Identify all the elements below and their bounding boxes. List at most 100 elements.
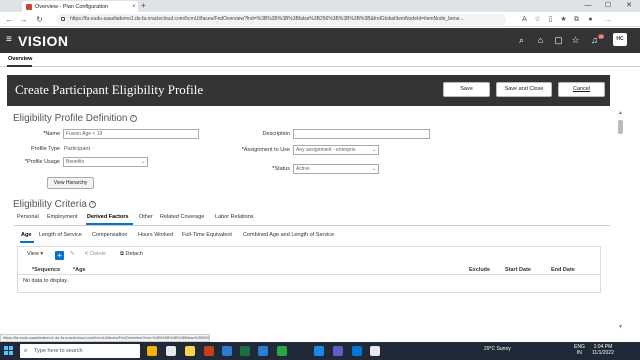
tab-overview[interactable]: Overview: [8, 56, 32, 62]
tab-labor-relations[interactable]: Labor Relations: [215, 214, 254, 220]
page-scrollbar[interactable]: ▲ ▼: [616, 110, 625, 335]
word-icon[interactable]: [258, 346, 268, 356]
save-button[interactable]: Save: [443, 82, 490, 97]
new-tab-button[interactable]: +: [141, 1, 146, 10]
home-icon[interactable]: ⌂: [535, 35, 546, 46]
teams-icon[interactable]: [333, 346, 343, 356]
taskbar-search-placeholder: Type here to search: [34, 348, 83, 354]
view-menu[interactable]: View ▾: [27, 251, 43, 257]
taskbar-app-icon[interactable]: [147, 346, 157, 356]
search-icon: ⌕: [24, 348, 28, 354]
scroll-down-arrow-icon[interactable]: ▼: [618, 324, 623, 330]
detach-button[interactable]: ⧉ Detach: [120, 251, 143, 258]
profile-icon[interactable]: ●: [586, 15, 595, 24]
add-row-button[interactable]: +: [55, 251, 64, 260]
tab-related-coverage[interactable]: Related Coverage: [160, 214, 204, 220]
outlook-icon[interactable]: [352, 346, 362, 356]
refresh-icon[interactable]: ↻: [34, 14, 45, 25]
back-arrow-icon[interactable]: ←: [4, 14, 15, 25]
status-label-text: Status: [274, 166, 290, 172]
collections-icon[interactable]: ⧉: [572, 15, 581, 24]
active-tab-underline: [7, 65, 32, 67]
browser-tab[interactable]: Overview - Plan Configuration ×: [22, 1, 138, 12]
subtab-hours-worked[interactable]: Hours Worked: [138, 232, 173, 238]
excel-icon[interactable]: [240, 346, 250, 356]
oracle-favicon-icon: [26, 3, 32, 10]
browser-tab-title: Overview - Plan Configuration: [35, 3, 109, 10]
criteria-heading: Eligibility Criteria?: [13, 199, 96, 210]
taskbar-app-icon[interactable]: [166, 346, 176, 356]
criteria-heading-text: Eligibility Criteria: [13, 199, 87, 210]
tab-employment[interactable]: Employment: [47, 214, 78, 220]
minimize-button[interactable]: —: [578, 0, 598, 12]
subtab-length-of-service[interactable]: Length of Service: [39, 232, 82, 238]
taskbar-app-icon[interactable]: [277, 346, 287, 356]
favorites-star-icon[interactable]: ☆: [570, 35, 581, 46]
assignment-select[interactable]: Any assignment - enterpris ⌄: [293, 145, 379, 155]
subtab-compensation[interactable]: Compensation: [92, 232, 127, 238]
chevron-down-icon: ⌄: [371, 147, 376, 153]
windows-start-icon[interactable]: [4, 346, 14, 356]
delete-label: Delete: [90, 251, 107, 257]
search-icon[interactable]: ⌕: [516, 35, 527, 46]
edit-pencil-icon[interactable]: ✎: [70, 251, 75, 257]
page-title: Create Participant Eligibility Profile: [15, 82, 204, 97]
column-end-date[interactable]: End Date: [551, 267, 575, 273]
chevron-down-icon: ⌄: [140, 159, 145, 165]
app-subtabs: Overview: [0, 53, 640, 67]
save-and-close-button[interactable]: Save and Close: [496, 82, 552, 97]
description-field[interactable]: [293, 129, 430, 139]
apps-icon[interactable]: ▢: [553, 35, 564, 46]
url-field[interactable]: https://fa-eudu-saasfademo1.ds-fa.oracle…: [56, 14, 506, 25]
profile-usage-label-text: Profile Usage: [26, 159, 60, 165]
clock[interactable]: 1:04 PM 11/1/2022: [592, 344, 614, 356]
column-age[interactable]: *Age: [73, 267, 86, 273]
navigator-menu-icon[interactable]: ≡: [6, 35, 12, 45]
taskbar-app-icon[interactable]: [222, 346, 232, 356]
cancel-button[interactable]: Cancel: [558, 82, 605, 97]
page-title-band: Create Participant Eligibility Profile S…: [7, 75, 610, 106]
column-exclude[interactable]: Exclude: [469, 267, 490, 273]
read-aloud-icon[interactable]: A: [520, 15, 529, 24]
favorite-star-icon[interactable]: ☆: [533, 15, 542, 24]
help-icon[interactable]: ?: [88, 200, 96, 208]
column-sequence[interactable]: *Sequence: [32, 267, 60, 273]
subtab-age[interactable]: Age: [21, 232, 31, 238]
delete-button[interactable]: ✕ Delete: [84, 251, 106, 257]
profile-usage-select[interactable]: Benefits ⌄: [63, 157, 148, 167]
profile-usage-label: *Profile Usage: [10, 159, 60, 165]
tab-derived-factors[interactable]: Derived Factors: [87, 214, 129, 220]
powerpoint-icon[interactable]: [204, 346, 214, 356]
view-hierarchy-button[interactable]: View Hierarchy: [47, 177, 94, 189]
age-table-panel: View ▾ + ✎ ✕ Delete ⧉ Detach *Sequence *…: [17, 246, 601, 293]
language-indicator[interactable]: ENG IN: [574, 344, 585, 356]
tab-personal[interactable]: Personal: [17, 214, 39, 220]
favorites-icon[interactable]: ★: [559, 15, 568, 24]
help-icon[interactable]: ?: [129, 114, 137, 122]
user-avatar[interactable]: HC: [613, 33, 627, 46]
definition-heading: Eligibility Profile Definition?: [13, 113, 137, 124]
weather-widget[interactable]: 29°C Sunny: [484, 346, 511, 352]
taskbar-search-field[interactable]: ⌕ Type here to search: [20, 344, 140, 358]
profile-type-label: Profile Type: [31, 146, 60, 152]
scroll-up-arrow-icon[interactable]: ▲: [618, 110, 623, 116]
more-menu-icon[interactable]: …: [604, 15, 613, 24]
status-value: Active: [296, 166, 310, 172]
edge-browser-icon[interactable]: [314, 346, 324, 356]
file-explorer-icon[interactable]: [185, 346, 195, 356]
assignment-value: Any assignment - enterpris: [296, 147, 356, 153]
forward-arrow-icon[interactable]: →: [18, 14, 29, 25]
scroll-thumb[interactable]: [618, 120, 623, 134]
subtab-full-time-equivalent[interactable]: Full-Time Equivalent: [182, 232, 232, 238]
split-screen-icon[interactable]: ▯: [546, 15, 555, 24]
app-logo[interactable]: VISION: [18, 33, 68, 49]
name-field[interactable]: Fusion Age < 19: [63, 129, 199, 139]
subtab-combined-age-length-of-service[interactable]: Combined Age and Length of Service: [243, 232, 334, 238]
column-start-date[interactable]: Start Date: [505, 267, 531, 273]
tab-other[interactable]: Other: [139, 214, 153, 220]
maximize-button[interactable]: ☐: [598, 0, 618, 12]
status-select[interactable]: Active ⌄: [293, 164, 379, 174]
close-window-button[interactable]: ✕: [619, 0, 639, 12]
close-tab-icon[interactable]: ×: [130, 4, 138, 10]
taskbar-app-icon[interactable]: [370, 346, 380, 356]
